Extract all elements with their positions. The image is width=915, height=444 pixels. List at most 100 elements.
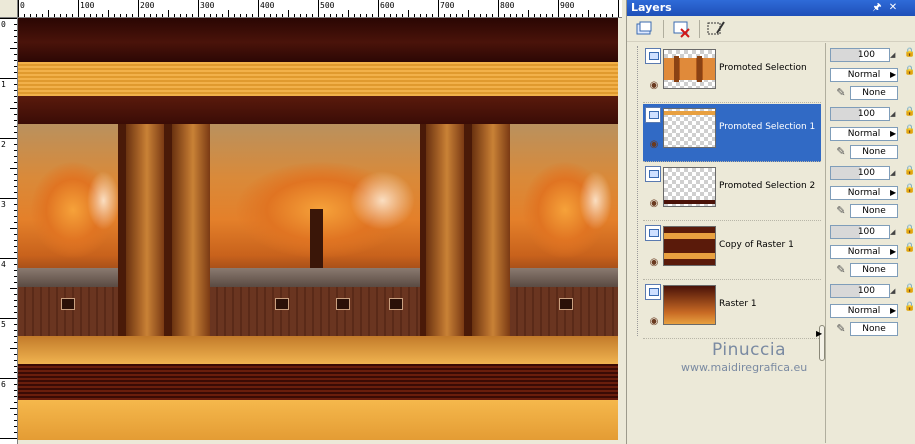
layer-properties-column: 100 ◢ 🔒 Normal ▶ 🔒 ✎ None 100 ◢ 🔒 Normal… [825, 43, 915, 443]
dark-border-band [18, 96, 618, 124]
column-pillar [472, 124, 510, 356]
blend-dropdown-icon[interactable]: ▶ [890, 187, 898, 199]
lock-icon[interactable]: 🔒 [904, 125, 915, 137]
layer-properties: 100 ◢ 🔒 Normal ▶ 🔒 ✎ None [828, 46, 915, 104]
blend-dropdown-icon[interactable]: ▶ [890, 246, 898, 258]
layers-palette: Layers 🖈 ✕ ◉ Promoted Selection ◉ Promot… [626, 0, 915, 444]
opacity-slider-icon[interactable]: ◢ [890, 225, 898, 239]
raster-layer-icon [645, 284, 661, 300]
scene-highlight [349, 170, 415, 230]
opacity-slider-icon[interactable]: ◢ [890, 284, 898, 298]
pillar-shadow [464, 124, 472, 356]
lock-icon[interactable]: 🔒 [904, 184, 915, 196]
layer-row[interactable]: ◉ Raster 1 [643, 281, 821, 339]
lock-transparency-icon[interactable]: 🔒 [904, 166, 915, 176]
new-layer-icon[interactable] [633, 19, 655, 39]
pin-icon[interactable]: 🖈 [871, 2, 883, 14]
raster-layer-icon [645, 48, 661, 64]
dark-border-band [18, 18, 618, 62]
lock-transparency-icon[interactable]: 🔒 [904, 107, 915, 117]
blend-dropdown-icon[interactable]: ▶ [890, 69, 898, 81]
golden-glow-band [18, 336, 618, 364]
lock-icon[interactable]: 🔒 [904, 243, 915, 255]
toolbar-separator [663, 20, 664, 38]
layer-properties: 100 ◢ 🔒 Normal ▶ 🔒 ✎ None [828, 164, 915, 222]
document-canvas[interactable] [18, 18, 618, 440]
layer-row-selected[interactable]: ◉ Promoted Selection 1 [643, 104, 821, 162]
dark-striped-band [18, 364, 618, 400]
ruler-label: 6 [1, 380, 6, 389]
link-group-field[interactable]: None [850, 263, 898, 277]
blend-dropdown-icon[interactable]: ▶ [890, 128, 898, 140]
link-group-field[interactable]: None [850, 322, 898, 336]
close-icon[interactable]: ✕ [887, 2, 899, 14]
visibility-eye-icon[interactable]: ◉ [646, 258, 662, 268]
opacity-field[interactable]: 100 [830, 107, 890, 121]
autumn-scene-panel [210, 124, 428, 336]
layer-thumbnail [663, 285, 716, 325]
lock-transparency-icon[interactable]: 🔒 [904, 225, 915, 235]
blend-mode-select[interactable]: Normal [830, 186, 898, 200]
expand-arrow-icon[interactable]: ▶ [816, 329, 822, 338]
canvas-area: 0 100 200 300 400 500 600 700 800 900 0 … [0, 0, 622, 444]
layer-list: ◉ Promoted Selection ◉ Promoted Selectio… [639, 43, 825, 341]
opacity-field[interactable]: 100 [830, 225, 890, 239]
opacity-slider-icon[interactable]: ◢ [890, 48, 898, 62]
blend-mode-select[interactable]: Normal [830, 127, 898, 141]
lock-icon[interactable]: 🔒 [904, 302, 915, 314]
opacity-field[interactable]: 100 [830, 284, 890, 298]
ruler-label: 2 [1, 140, 6, 149]
layer-row[interactable]: ◉ Copy of Raster 1 [643, 222, 821, 280]
visibility-eye-icon[interactable]: ◉ [646, 199, 662, 209]
scene-house [510, 287, 618, 336]
layer-properties: 100 ◢ 🔒 Normal ▶ 🔒 ✎ None [828, 105, 915, 163]
visibility-eye-icon[interactable]: ◉ [646, 317, 662, 327]
layer-row[interactable]: ◉ Promoted Selection [643, 45, 821, 103]
blend-mode-select[interactable]: Normal [830, 304, 898, 318]
palette-titlebar[interactable]: Layers 🖈 ✕ [627, 0, 915, 16]
lock-icon[interactable]: 🔒 [904, 66, 915, 78]
visibility-eye-icon[interactable]: ◉ [646, 140, 662, 150]
ruler-corner [0, 0, 18, 18]
scene-roof [510, 268, 618, 288]
autumn-scene-panel [510, 124, 618, 336]
link-brush-icon[interactable]: ✎ [830, 145, 852, 159]
blend-mode-select[interactable]: Normal [830, 68, 898, 82]
blend-mode-select[interactable]: Normal [830, 245, 898, 259]
layer-thumbnail [663, 226, 716, 266]
layer-name: Promoted Selection 2 [719, 181, 816, 191]
ruler-label: 100 [80, 1, 95, 10]
scene-window [336, 297, 351, 310]
lock-transparency-icon[interactable]: 🔒 [904, 284, 915, 294]
scene-window [558, 297, 573, 310]
opacity-slider-icon[interactable]: ◢ [890, 166, 898, 180]
edit-selection-icon[interactable] [705, 19, 727, 39]
ruler-label: 600 [380, 1, 395, 10]
link-brush-icon[interactable]: ✎ [830, 322, 852, 336]
link-brush-icon[interactable]: ✎ [830, 204, 852, 218]
delete-layer-icon[interactable] [671, 19, 693, 39]
visibility-eye-icon[interactable]: ◉ [646, 81, 662, 91]
scene-window [61, 297, 76, 310]
lock-transparency-icon[interactable]: 🔒 [904, 48, 915, 58]
opacity-field[interactable]: 100 [830, 166, 890, 180]
opacity-field[interactable]: 100 [830, 48, 890, 62]
layer-thumbnail [663, 167, 716, 207]
app-window: 0 100 200 300 400 500 600 700 800 900 0 … [0, 0, 915, 444]
column-pillar [126, 124, 164, 356]
link-brush-icon[interactable]: ✎ [830, 263, 852, 277]
link-group-field[interactable]: None [850, 145, 898, 159]
raster-layer-icon [645, 166, 661, 182]
watermark-url: www.maidiregrafica.eu [681, 361, 808, 374]
column-pillar [426, 124, 464, 356]
palette-title: Layers [631, 1, 672, 14]
ruler-label: 700 [440, 1, 455, 10]
blend-dropdown-icon[interactable]: ▶ [890, 305, 898, 317]
opacity-slider-icon[interactable]: ◢ [890, 107, 898, 121]
link-brush-icon[interactable]: ✎ [830, 86, 852, 100]
link-group-field[interactable]: None [850, 204, 898, 218]
link-group-field[interactable]: None [850, 86, 898, 100]
ruler-label: 200 [140, 1, 155, 10]
layer-row[interactable]: ◉ Promoted Selection 2 [643, 163, 821, 221]
ruler-label: 0 [1, 20, 6, 29]
